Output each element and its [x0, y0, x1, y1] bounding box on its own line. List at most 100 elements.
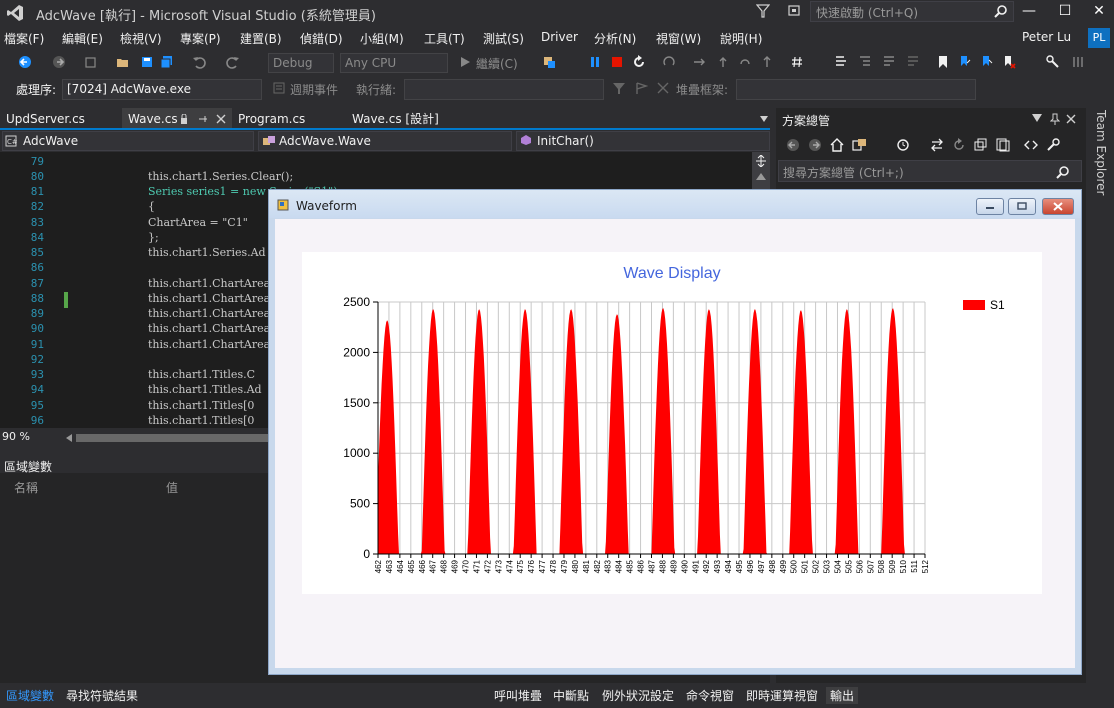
- comment-icon[interactable]: [882, 55, 896, 69]
- tab-command-window[interactable]: 命令視窗: [686, 687, 734, 704]
- open-folder-icon[interactable]: [116, 55, 130, 69]
- stop-icon[interactable]: [610, 55, 624, 69]
- bookmark-icon[interactable]: [936, 55, 950, 69]
- tab-updserver[interactable]: UpdServer.cs: [0, 108, 91, 130]
- next-bookmark-icon[interactable]: [980, 55, 994, 69]
- user-name[interactable]: Peter Lu: [1022, 30, 1071, 44]
- close-tab-icon[interactable]: [216, 114, 226, 124]
- stack-frame-select[interactable]: [736, 79, 976, 100]
- lifecycle-events-icon[interactable]: [272, 81, 286, 95]
- collapse-icon[interactable]: [656, 81, 670, 95]
- tab-output[interactable]: 輸出: [826, 687, 859, 704]
- team-explorer-tab[interactable]: Team Explorer: [1088, 108, 1114, 228]
- back-icon[interactable]: [786, 138, 800, 152]
- collapse-all-icon[interactable]: [974, 138, 988, 152]
- menu-team[interactable]: 小組(M): [360, 30, 404, 47]
- configuration-select[interactable]: Debug: [268, 53, 334, 73]
- close-button[interactable]: ✕: [1082, 0, 1114, 24]
- forward-icon[interactable]: [808, 138, 822, 152]
- tab-program[interactable]: Program.cs: [232, 108, 311, 130]
- back-icon[interactable]: [18, 55, 32, 69]
- show-all-files-icon[interactable]: [996, 138, 1010, 152]
- scroll-up-icon[interactable]: [756, 172, 766, 180]
- tab-exception-settings[interactable]: 例外狀況設定: [602, 687, 674, 704]
- class-select[interactable]: AdcWave.Wave: [258, 131, 512, 151]
- locals-name-column[interactable]: 名稱: [14, 479, 38, 496]
- waveform-title-bar[interactable]: [269, 190, 1081, 218]
- properties-icon[interactable]: [1046, 138, 1060, 152]
- scroll-left-icon[interactable]: [66, 434, 72, 442]
- pin-icon[interactable]: [198, 114, 208, 124]
- panel-dropdown-icon[interactable]: [1032, 114, 1042, 122]
- flag-icon[interactable]: [634, 81, 648, 95]
- lifecycle-events-label[interactable]: 週期事件: [290, 81, 338, 98]
- new-project-icon[interactable]: [84, 55, 98, 69]
- maximize-button[interactable]: ☐: [1048, 0, 1082, 24]
- hex-display-icon[interactable]: [790, 55, 804, 69]
- thread-marker-icon[interactable]: [834, 55, 848, 69]
- refresh-icon[interactable]: [952, 138, 966, 152]
- prev-bookmark-icon[interactable]: [958, 55, 972, 69]
- method-select[interactable]: InitChar(): [516, 131, 770, 151]
- menu-analyze[interactable]: 分析(N): [594, 30, 636, 47]
- project-select[interactable]: AdcWave: [2, 131, 254, 151]
- home-icon[interactable]: [830, 138, 844, 152]
- step-up-icon[interactable]: [760, 55, 774, 69]
- menu-debug[interactable]: 偵錯(D): [300, 30, 343, 47]
- redo-icon[interactable]: [226, 55, 240, 69]
- menu-build[interactable]: 建置(B): [240, 30, 282, 47]
- menu-help[interactable]: 說明(H): [720, 30, 762, 47]
- switch-views-icon[interactable]: [852, 138, 868, 152]
- split-editor-icon[interactable]: [754, 155, 768, 167]
- tab-locals[interactable]: 區域變數: [6, 687, 54, 704]
- filter-icon[interactable]: [756, 3, 770, 19]
- step-into-icon[interactable]: [692, 55, 706, 69]
- pin-panel-icon[interactable]: [1050, 113, 1060, 125]
- user-avatar[interactable]: PL: [1088, 28, 1110, 48]
- platform-select[interactable]: Any CPU: [340, 53, 448, 73]
- step-over-icon[interactable]: [716, 55, 730, 69]
- continue-button-label[interactable]: 繼續(C): [476, 55, 518, 72]
- menu-project[interactable]: 專案(P): [180, 30, 221, 47]
- show-next-statement-icon[interactable]: [662, 55, 676, 69]
- layout-icon[interactable]: [1072, 55, 1086, 69]
- attach-icon[interactable]: [542, 55, 556, 69]
- uncomment-icon[interactable]: [906, 55, 920, 69]
- locals-value-column[interactable]: 值: [166, 479, 178, 496]
- menu-file[interactable]: 檔案(F): [4, 30, 44, 47]
- undo-icon[interactable]: [192, 55, 206, 69]
- filter-threads-icon[interactable]: [612, 81, 626, 95]
- feedback-icon[interactable]: [786, 3, 802, 19]
- pending-changes-icon[interactable]: [896, 138, 912, 152]
- thread-select[interactable]: [404, 79, 604, 100]
- menu-window[interactable]: 視窗(W): [656, 30, 701, 47]
- save-icon[interactable]: [140, 55, 154, 69]
- clear-bookmarks-icon[interactable]: [1002, 55, 1016, 69]
- search-icon[interactable]: [1056, 165, 1070, 179]
- pause-icon[interactable]: [588, 55, 602, 69]
- continue-icon[interactable]: [458, 55, 472, 69]
- tab-wave-design[interactable]: Wave.cs [設計]: [346, 108, 445, 130]
- tools-icon[interactable]: [1046, 55, 1060, 69]
- restart-icon[interactable]: [632, 55, 646, 69]
- sync-icon[interactable]: [930, 138, 944, 152]
- view-code-icon[interactable]: [1024, 138, 1038, 152]
- tab-call-stack[interactable]: 呼叫堆疊: [494, 687, 542, 704]
- menu-tools[interactable]: 工具(T): [424, 30, 465, 47]
- menu-driver[interactable]: Driver: [541, 30, 578, 44]
- menu-test[interactable]: 測試(S): [483, 30, 524, 47]
- indent-icon[interactable]: [858, 55, 872, 69]
- close-panel-icon[interactable]: [1066, 114, 1076, 124]
- forward-icon[interactable]: [52, 55, 66, 69]
- step-out-icon[interactable]: [738, 55, 752, 69]
- minimize-button[interactable]: —: [1012, 0, 1046, 24]
- tab-breakpoints[interactable]: 中斷點: [553, 687, 589, 704]
- tab-list-dropdown-icon[interactable]: [760, 116, 768, 122]
- menu-edit[interactable]: 編輯(E): [62, 30, 103, 47]
- search-icon[interactable]: [994, 4, 1008, 18]
- menu-view[interactable]: 檢視(V): [120, 30, 162, 47]
- zoom-level-select[interactable]: 90 %: [0, 430, 62, 446]
- process-select[interactable]: [7024] AdcWave.exe: [62, 79, 262, 100]
- tab-find-symbol-results[interactable]: 尋找符號結果: [66, 687, 138, 704]
- tab-immediate-window[interactable]: 即時運算視窗: [746, 687, 818, 704]
